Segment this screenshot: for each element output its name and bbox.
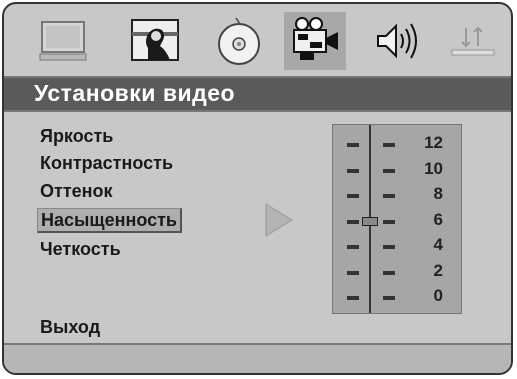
scale-tick-right xyxy=(383,143,395,147)
scale-tick-label: 2 xyxy=(433,260,443,280)
scale-tick-right xyxy=(383,296,395,300)
bottom-status-bar xyxy=(4,343,511,373)
scale-tick-label: 0 xyxy=(433,286,443,305)
scale-tick-label: 10 xyxy=(424,158,443,178)
scale-tick-left xyxy=(347,219,359,224)
person-portrait-icon[interactable] xyxy=(126,12,184,70)
menu-item-brightness[interactable]: Яркость xyxy=(40,125,113,147)
speaker-icon[interactable] xyxy=(368,12,426,70)
scale-tick-right xyxy=(383,194,395,198)
scale-tick-left xyxy=(347,245,359,249)
scale-tick-right xyxy=(383,245,395,249)
menu-item-saturation[interactable]: Насыщенность xyxy=(37,208,182,233)
saturation-level-scale[interactable]: 12 10 8 6 4 2 0 xyxy=(332,124,462,314)
up-down-arrows-icon[interactable] xyxy=(444,12,502,70)
monitor-icon[interactable] xyxy=(34,12,92,70)
scale-tick-label: 4 xyxy=(433,235,443,254)
scale-tick-label: 8 xyxy=(433,184,443,203)
exit-button[interactable]: Выход xyxy=(40,316,100,338)
scale-tick-right xyxy=(383,168,395,173)
scale-tick-right xyxy=(383,219,395,224)
arrow-right-icon xyxy=(265,203,293,237)
scale-tick-left xyxy=(347,270,359,275)
scale-tick-right xyxy=(383,270,395,275)
scale-tick-label: 12 xyxy=(424,133,443,152)
scale-tick-left xyxy=(347,194,359,198)
disc-icon[interactable] xyxy=(210,12,268,70)
page-title-bar: Установки видео xyxy=(4,76,511,112)
menu-item-hue[interactable]: Оттенок xyxy=(40,180,113,202)
scale-tick-label: 6 xyxy=(433,209,443,229)
slider-knob[interactable] xyxy=(362,216,378,226)
scale-tick-left xyxy=(347,168,359,173)
page-title: Установки видео xyxy=(34,80,236,106)
menu-item-sharpness[interactable]: Четкость xyxy=(40,238,121,260)
scale-tick-left xyxy=(347,143,359,147)
category-icon-bar xyxy=(4,4,511,78)
menu-item-contrast[interactable]: Контрастность xyxy=(40,152,173,174)
scale-tick-left xyxy=(347,296,359,300)
video-camera-icon[interactable] xyxy=(284,12,346,70)
setup-menu-frame: Установки видео Яркость Контрастность От… xyxy=(2,2,513,375)
